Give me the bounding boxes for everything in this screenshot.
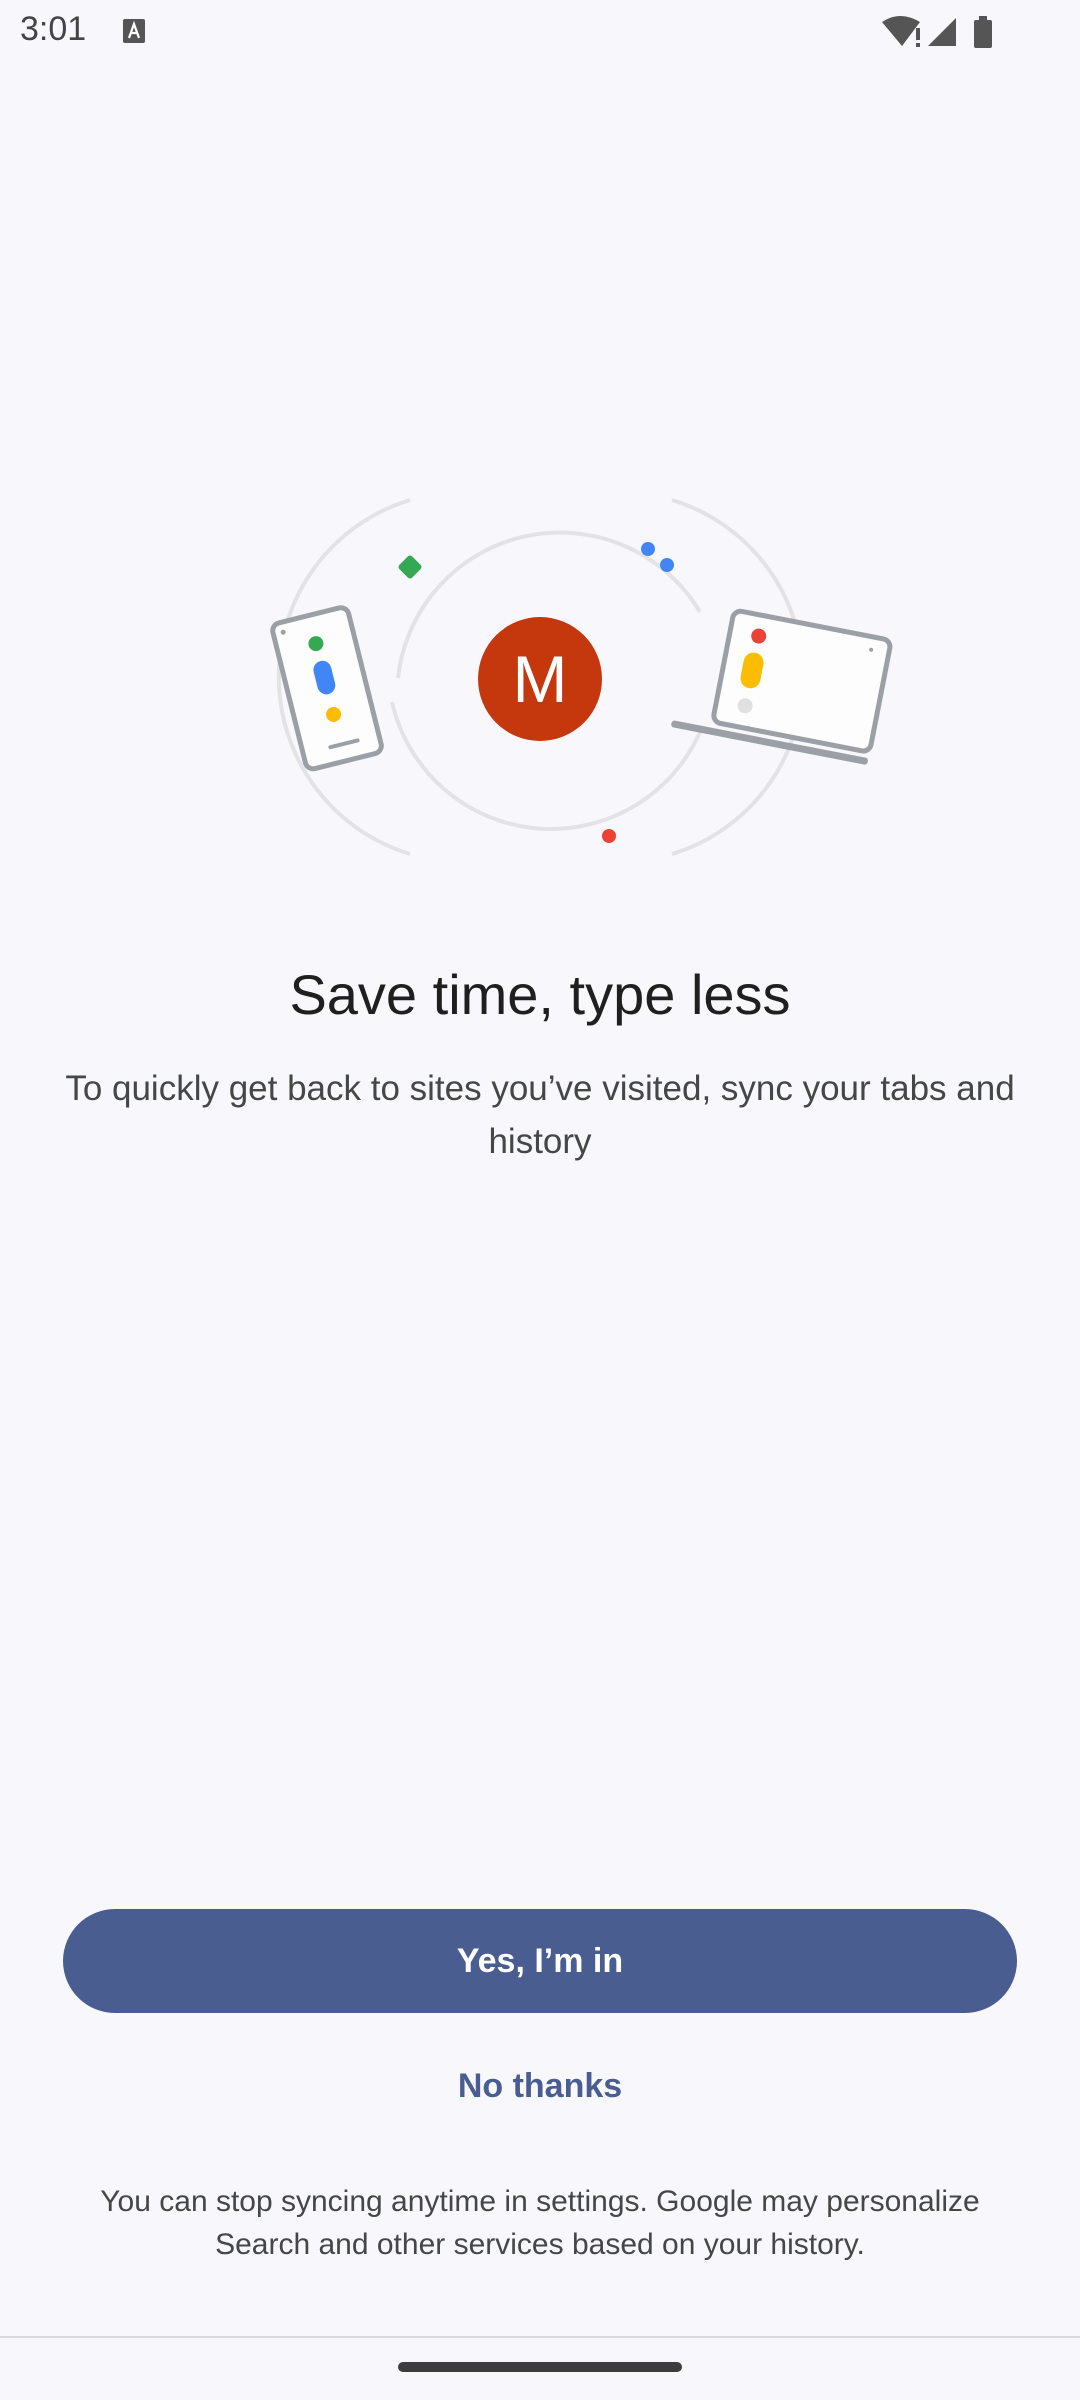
red-dot [602,829,616,843]
battery-icon [974,16,992,48]
status-bar: 3:01 [0,0,1080,64]
blue-dot-1 [641,542,655,556]
page-subtitle: To quickly get back to sites you’ve visi… [65,1069,1015,1161]
status-icons [882,16,992,48]
green-diamond-dot [398,555,422,579]
account-avatar: M [478,617,602,741]
gesture-nav-handle[interactable] [398,2362,682,2372]
bottom-divider [0,2336,1080,2338]
page-title: Save time, type less [289,963,791,1026]
status-time: 3:01 [20,10,87,48]
sync-disclaimer: You can stop syncing anytime in settings… [100,2185,980,2261]
font-a-icon [123,19,145,43]
wifi-alert-icon [882,16,920,47]
laptop-device [671,608,893,765]
cell-signal-icon [928,18,956,46]
accept-sync-button[interactable]: Yes, I’m in [63,1909,1017,2013]
phone-device [270,605,384,772]
blue-dot-2 [660,558,674,572]
decline-sync-button[interactable]: No thanks [390,2050,690,2122]
